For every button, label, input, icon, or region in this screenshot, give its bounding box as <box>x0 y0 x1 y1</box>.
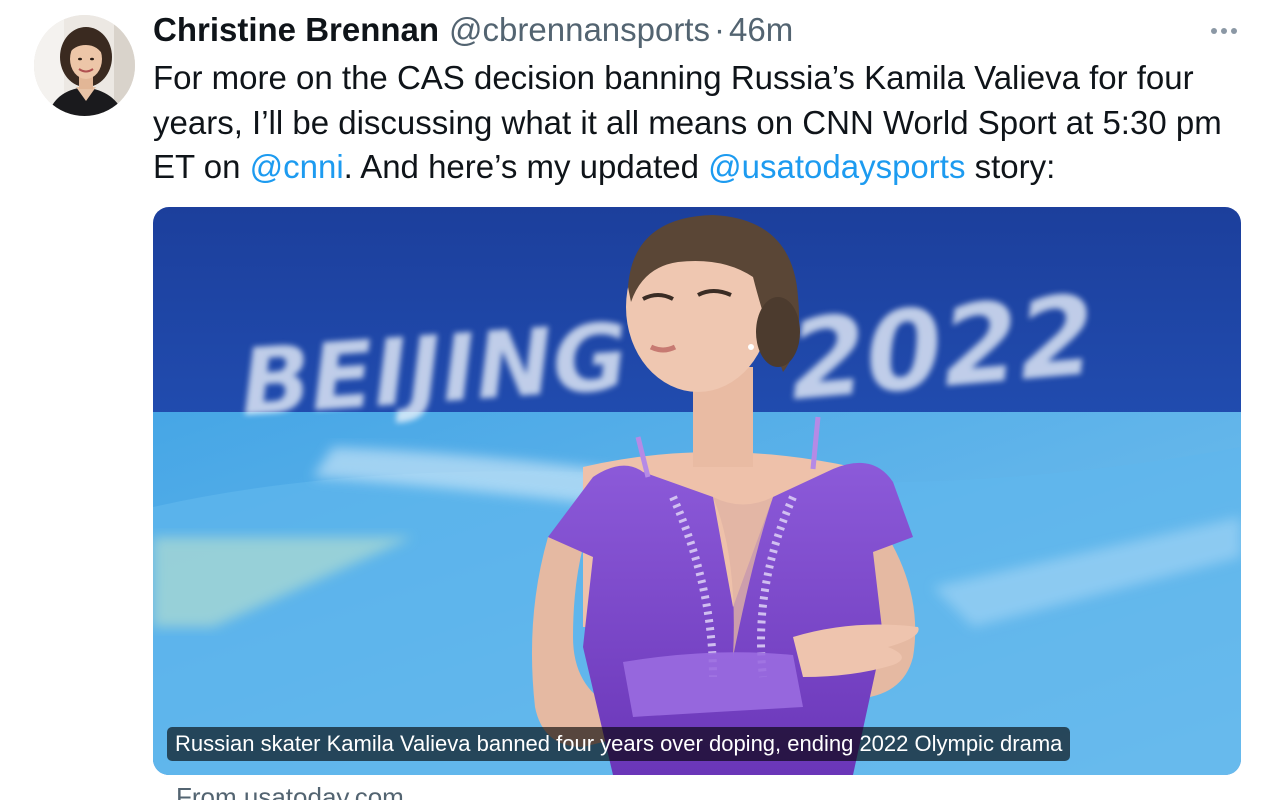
tweet-text-part: . And here’s my updated <box>343 148 709 185</box>
author-display-name[interactable]: Christine Brennan <box>153 11 439 49</box>
card-source-domain[interactable]: From usatoday.com <box>176 782 404 800</box>
tweet-header: Christine Brennan @cbrennansports · 46m <box>153 8 793 52</box>
header-separator: · <box>714 11 726 48</box>
tweet-text-part: story: <box>965 148 1056 185</box>
mention-link-cnni[interactable]: @cnni <box>250 148 344 185</box>
more-options-button[interactable] <box>1206 18 1242 44</box>
tweet-text: For more on the CAS decision banning Rus… <box>153 56 1243 190</box>
tweet[interactable]: Christine Brennan @cbrennansports · 46m … <box>0 0 1279 800</box>
more-horizontal-icon <box>1211 28 1237 34</box>
author-photo <box>34 15 135 116</box>
tweet-timestamp[interactable]: 46m <box>729 11 793 49</box>
mention-link-usatodaysports[interactable]: @usatodaysports <box>708 148 965 185</box>
author-handle[interactable]: @cbrennansports <box>449 11 710 49</box>
avatar[interactable] <box>34 15 135 116</box>
svg-text:2022: 2022 <box>784 271 1100 425</box>
link-card[interactable]: BEIJING 2022 Russian skater Kamila Valie… <box>153 207 1241 775</box>
card-image: BEIJING 2022 <box>153 207 1241 775</box>
card-caption: Russian skater Kamila Valieva banned fou… <box>167 727 1071 761</box>
